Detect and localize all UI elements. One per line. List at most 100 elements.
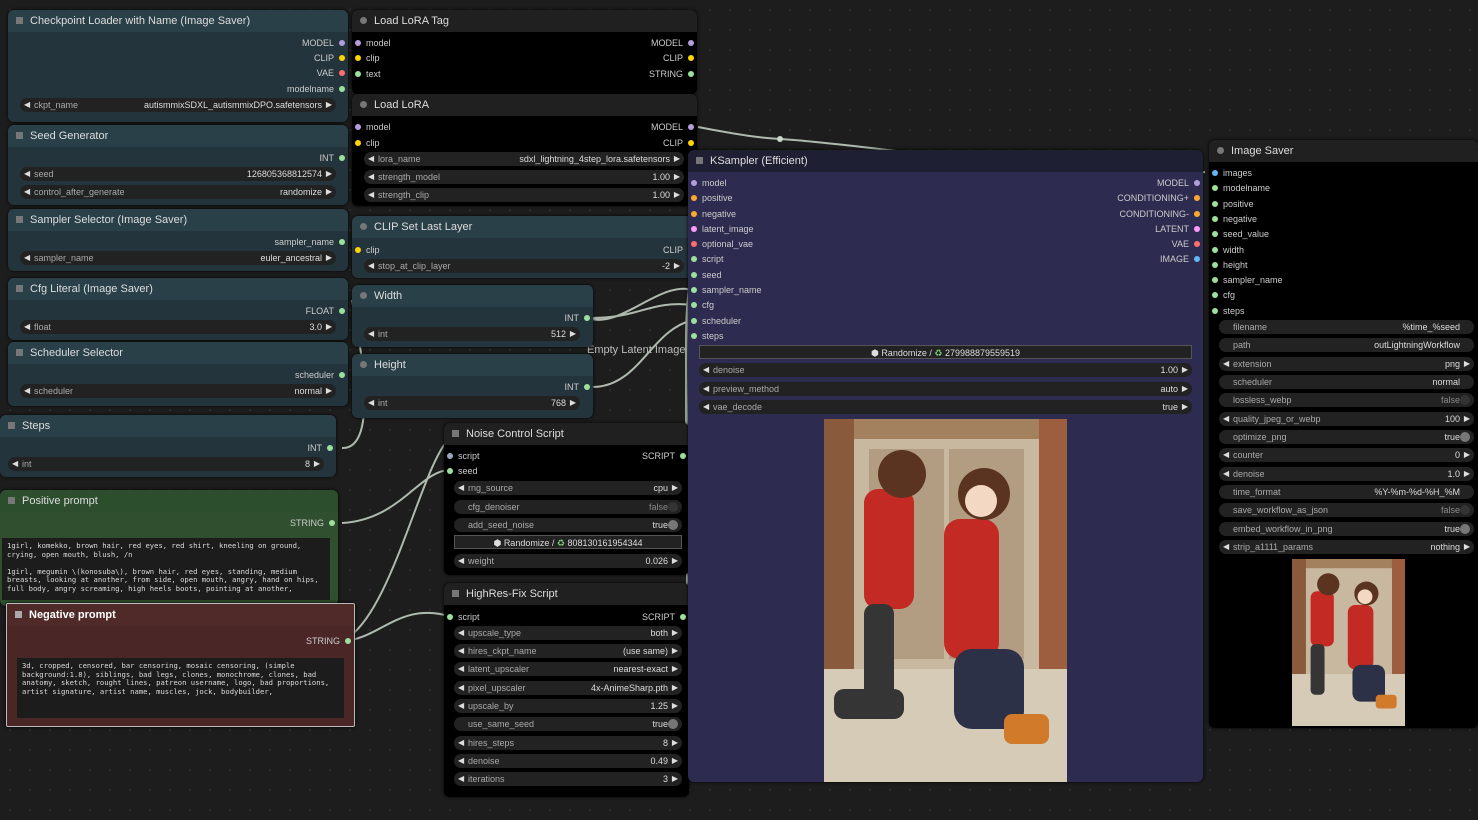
input-pin-icon[interactable] — [447, 453, 453, 459]
lora-name-combo[interactable]: ◀ lora_name sdxl_lightning_4step_lora.safe… — [364, 152, 684, 166]
arrow-right-icon[interactable]: ▶ — [326, 185, 332, 199]
input-optional-vae[interactable]: optional_vae — [688, 237, 753, 252]
arrow-left-icon[interactable]: ◀ — [24, 384, 30, 398]
arrow-left-icon[interactable]: ◀ — [458, 699, 464, 713]
toggle-icon[interactable] — [668, 719, 678, 729]
randomize-seed-button[interactable]: ⬢ Randomize / ♻ 808130161954344 — [454, 535, 682, 549]
input-pin-icon[interactable] — [1212, 185, 1218, 191]
negative-prompt-textarea[interactable]: 3d, cropped, censored, bar censoring, mo… — [17, 658, 344, 718]
width-node[interactable]: Width INT ◀ int 512 ▶ — [352, 285, 593, 347]
arrow-right-icon[interactable]: ▶ — [672, 681, 678, 695]
output-script[interactable]: SCRIPT — [642, 610, 689, 625]
arrow-right-icon[interactable]: ▶ — [1464, 357, 1470, 371]
output-pin-icon[interactable] — [329, 520, 335, 526]
input-seed[interactable]: seed — [688, 268, 722, 283]
vae-decode-combo[interactable]: ◀ vae_decode true ▶ — [699, 400, 1192, 414]
node-header[interactable]: Load LoRA — [352, 94, 697, 116]
input-script[interactable]: script — [444, 449, 480, 464]
input-height[interactable]: height — [1209, 258, 1248, 273]
output-pin-icon[interactable] — [339, 55, 345, 61]
ckpt-name-combo[interactable]: ◀ ckpt_name autismmixSDXL_autismmixDPO.saf… — [20, 98, 336, 112]
input-pin-icon[interactable] — [691, 302, 697, 308]
output-int[interactable]: INT — [565, 311, 594, 326]
input-pin-icon[interactable] — [355, 124, 361, 130]
upscale-type-combo[interactable]: ◀ upscale_type both ▶ — [454, 626, 682, 640]
collapse-icon[interactable] — [360, 17, 367, 24]
arrow-left-icon[interactable]: ◀ — [368, 259, 374, 273]
input-pin-icon[interactable] — [691, 287, 697, 293]
input-model[interactable]: model — [352, 120, 391, 135]
input-script[interactable]: script — [444, 610, 480, 625]
negative-prompt-node[interactable]: Negative prompt STRING 3d, cropped, cens… — [6, 603, 355, 727]
optimize-png-toggle[interactable]: optimize_png true — [1219, 430, 1474, 444]
image-saver-node[interactable]: Image Saver images modelname positive ne… — [1209, 140, 1478, 728]
counter-widget[interactable]: ◀ counter 0 ▶ — [1219, 448, 1474, 462]
input-clip[interactable]: clip — [352, 51, 380, 66]
arrow-left-icon[interactable]: ◀ — [458, 626, 464, 640]
collapse-icon[interactable] — [16, 216, 23, 223]
toggle-icon[interactable] — [1460, 524, 1470, 534]
input-pin-icon[interactable] — [355, 140, 361, 146]
arrow-right-icon[interactable]: ▶ — [672, 699, 678, 713]
node-header[interactable]: Positive prompt — [0, 490, 338, 512]
input-negative[interactable]: negative — [688, 207, 736, 222]
output-clip[interactable]: CLIP — [314, 51, 348, 66]
arrow-right-icon[interactable]: ▶ — [1464, 540, 1470, 554]
node-header[interactable]: Cfg Literal (Image Saver) — [8, 278, 348, 300]
arrow-left-icon[interactable]: ◀ — [458, 554, 464, 568]
hires-denoise-widget[interactable]: ◀ denoise 0.49 ▶ — [454, 754, 682, 768]
arrow-right-icon[interactable]: ▶ — [1464, 412, 1470, 426]
node-header[interactable]: HighRes-Fix Script — [444, 583, 689, 605]
output-script[interactable]: SCRIPT — [642, 449, 689, 464]
collapse-icon[interactable] — [452, 430, 459, 437]
input-cfg[interactable]: cfg — [688, 298, 714, 313]
output-pin-icon[interactable] — [680, 453, 686, 459]
upscale-by-widget[interactable]: ◀ upscale_by 1.25 ▶ — [454, 699, 682, 713]
arrow-left-icon[interactable]: ◀ — [368, 152, 374, 166]
width-int-widget[interactable]: ◀ int 512 ▶ — [364, 327, 580, 341]
output-pin-icon[interactable] — [339, 239, 345, 245]
arrow-right-icon[interactable]: ▶ — [326, 167, 332, 181]
strip-a1111-params-combo[interactable]: ◀ strip_a1111_params nothing ▶ — [1219, 540, 1474, 554]
scheduler-combo[interactable]: ◀ scheduler normal ▶ — [20, 384, 336, 398]
input-steps[interactable]: steps — [688, 329, 724, 344]
arrow-right-icon[interactable]: ▶ — [326, 384, 332, 398]
output-int[interactable]: INT — [320, 151, 349, 166]
arrow-right-icon[interactable]: ▶ — [570, 396, 576, 410]
cfg-literal-node[interactable]: Cfg Literal (Image Saver) FLOAT ◀ float 3.… — [8, 278, 348, 340]
toggle-icon[interactable] — [1460, 505, 1470, 515]
output-sampler-name[interactable]: sampler_name — [274, 235, 348, 250]
output-model[interactable]: MODEL — [651, 120, 697, 135]
input-pin-icon[interactable] — [355, 247, 361, 253]
arrow-left-icon[interactable]: ◀ — [368, 170, 374, 184]
positive-prompt-node[interactable]: Positive prompt STRING 1girl, komekko, b… — [0, 490, 338, 606]
arrow-right-icon[interactable]: ▶ — [1464, 467, 1470, 481]
input-images[interactable]: images — [1209, 166, 1252, 181]
input-scheduler[interactable]: scheduler — [688, 314, 741, 329]
sampler-name-combo[interactable]: ◀ sampler_name euler_ancestral ▶ — [20, 251, 336, 265]
input-model[interactable]: model — [688, 176, 727, 191]
embed-workflow-toggle[interactable]: embed_workflow_in_png true — [1219, 522, 1474, 536]
input-pin-icon[interactable] — [691, 333, 697, 339]
node-header[interactable]: Noise Control Script — [444, 423, 689, 445]
output-vae[interactable]: VAE — [317, 66, 348, 81]
input-pin-icon[interactable] — [691, 211, 697, 217]
input-clip[interactable]: clip — [352, 243, 380, 258]
output-int[interactable]: INT — [565, 380, 594, 395]
output-string[interactable]: STRING — [306, 634, 354, 649]
quality-widget[interactable]: ◀ quality_jpeg_or_webp 100 ▶ — [1219, 412, 1474, 426]
arrow-left-icon[interactable]: ◀ — [368, 188, 374, 202]
collapse-icon[interactable] — [15, 611, 22, 618]
load-lora-node[interactable]: Load LoRA model clip MODEL CLIP ◀ lora_na… — [352, 94, 697, 206]
load-lora-tag-node[interactable]: Load LoRA Tag model clip text MODEL CLIP… — [352, 10, 697, 94]
scheduler-field[interactable]: scheduler normal — [1219, 375, 1474, 389]
toggle-icon[interactable] — [1460, 395, 1470, 405]
input-latent-image[interactable]: latent_image — [688, 222, 754, 237]
node-header[interactable]: Steps — [0, 415, 336, 437]
toggle-icon[interactable] — [1460, 432, 1470, 442]
collapse-icon[interactable] — [16, 285, 23, 292]
seed-generator-node[interactable]: Seed Generator INT ◀ seed 126805368812574 ▶… — [8, 125, 348, 205]
arrow-left-icon[interactable]: ◀ — [1223, 357, 1229, 371]
arrow-right-icon[interactable]: ▶ — [1182, 400, 1188, 414]
sampler-selector-node[interactable]: Sampler Selector (Image Saver) sampler_n… — [8, 209, 348, 271]
